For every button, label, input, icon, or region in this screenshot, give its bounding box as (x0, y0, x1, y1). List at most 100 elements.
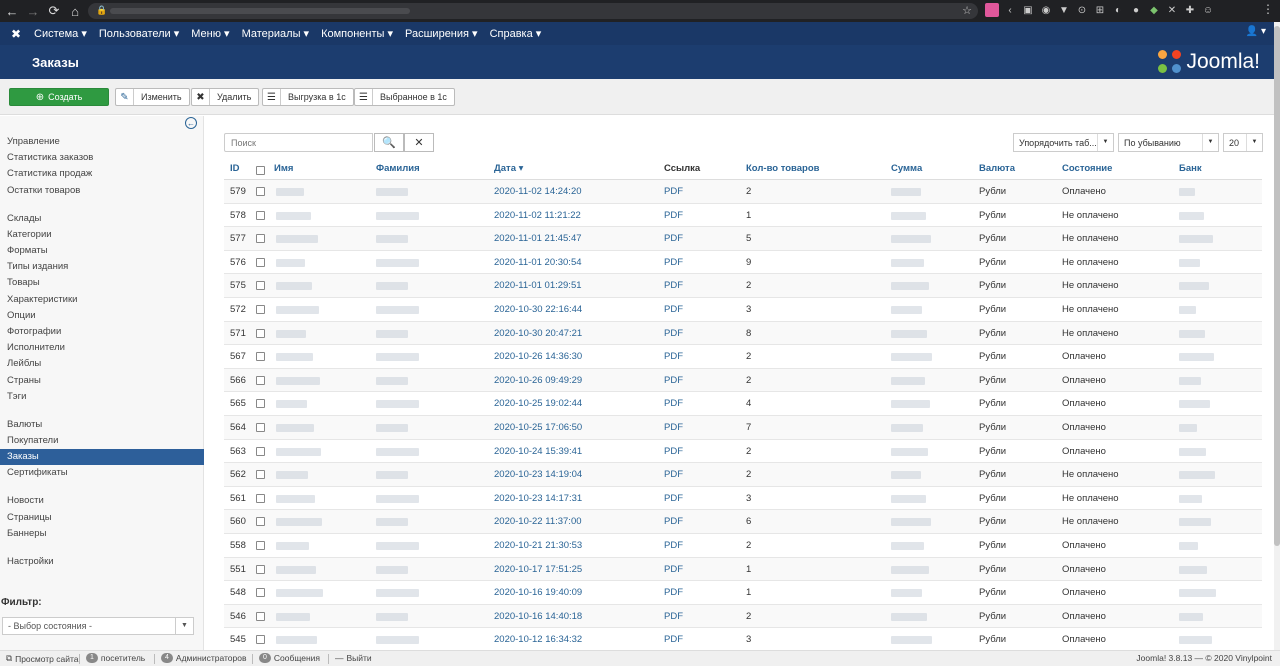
sidebar-item[interactable]: Статистика заказов (0, 150, 204, 166)
sidebar-item[interactable]: Исполнители (0, 340, 204, 356)
extension-icon[interactable]: ▼ (1057, 3, 1071, 17)
address-bar[interactable]: 🔒 ☆ (88, 3, 978, 19)
sidebar-item[interactable]: Категории (0, 227, 204, 243)
pdf-link[interactable]: PDF (664, 634, 683, 645)
order-date-link[interactable]: 2020-10-25 19:02:44 (494, 398, 582, 409)
row-checkbox[interactable] (256, 399, 265, 409)
sidebar-item[interactable]: Фотографии (0, 324, 204, 340)
messages-link[interactable]: 0 Сообщения (259, 653, 320, 663)
sidebar-item[interactable]: Настройки (0, 554, 204, 570)
order-date-link[interactable]: 2020-10-12 16:34:32 (494, 634, 582, 645)
sidebar-item[interactable]: Сертификаты (0, 465, 204, 481)
table-row[interactable]: 579 2020-11-02 14:24:20 PDF 2 Рубли Оплачено (224, 180, 1262, 204)
menu-menus[interactable]: Меню ▾ (191, 27, 229, 40)
table-row[interactable]: 566 2020-10-26 09:49:29 PDF 2 Рубли Оплачено (224, 368, 1262, 393)
table-row[interactable]: 575 2020-11-01 01:29:51 PDF 2 Рубли Не оплаче… (224, 274, 1262, 298)
table-row[interactable]: 548 2020-10-16 19:40:09 PDF 1 Рубли Оплачено (224, 581, 1262, 605)
pdf-link[interactable]: PDF (664, 469, 683, 480)
table-row[interactable]: 567 2020-10-26 14:36:30 PDF 2 Рубли Оплачено (224, 345, 1262, 369)
row-checkbox[interactable] (256, 187, 265, 196)
row-checkbox[interactable] (256, 257, 265, 267)
order-date-link[interactable]: 2020-10-30 20:47:21 (494, 328, 582, 339)
table-row[interactable]: 562 2020-10-23 14:19:04 PDF 2 Рубли Не оплаче… (224, 463, 1262, 487)
col-date[interactable]: Дата ▾ (494, 163, 523, 174)
export-1c-button[interactable]: ☰ Выгрузка в 1с (262, 88, 354, 106)
menu-content[interactable]: Материалы ▾ (242, 27, 309, 40)
table-row[interactable]: 577 2020-11-01 21:45:47 PDF 5 Рубли Не оплаче… (224, 227, 1262, 251)
direction-select[interactable]: По убыванию ▼ (1118, 133, 1219, 152)
table-row[interactable]: 560 2020-10-22 11:37:00 PDF 6 Рубли Не оплаче… (224, 510, 1262, 534)
col-sum[interactable]: Сумма (891, 163, 922, 174)
sidebar-item[interactable]: Склады (0, 211, 204, 227)
limit-select[interactable]: 20 ▼ (1223, 133, 1263, 152)
row-checkbox[interactable] (256, 564, 265, 574)
pdf-link[interactable]: PDF (664, 564, 683, 575)
sidebar-item[interactable]: Заказы (0, 449, 204, 466)
pdf-link[interactable]: PDF (664, 422, 683, 433)
sidebar-item[interactable]: Баннеры (0, 526, 204, 542)
order-date-link[interactable]: 2020-10-22 11:37:00 (494, 516, 582, 527)
pdf-link[interactable]: PDF (664, 540, 683, 551)
row-checkbox[interactable] (256, 541, 265, 550)
page-scrollbar[interactable] (1274, 22, 1280, 650)
pdf-link[interactable]: PDF (664, 280, 683, 291)
col-last-name[interactable]: Фамилия (376, 163, 420, 174)
col-bank[interactable]: Банк (1179, 163, 1202, 174)
order-date-link[interactable]: 2020-10-23 14:17:31 (494, 493, 582, 504)
extension-icon[interactable]: ⊙ (1075, 3, 1089, 17)
order-date-link[interactable]: 2020-10-30 22:16:44 (494, 304, 582, 315)
table-row[interactable]: 576 2020-11-01 20:30:54 PDF 9 Рубли Не оплаче… (224, 251, 1262, 275)
bookmark-star-icon[interactable]: ☆ (962, 4, 972, 17)
menu-components[interactable]: Компоненты ▾ (321, 27, 393, 40)
sidebar-item[interactable]: Страны (0, 373, 204, 389)
order-date-link[interactable]: 2020-10-16 19:40:09 (494, 587, 582, 598)
order-date-link[interactable]: 2020-10-25 17:06:50 (494, 422, 582, 433)
order-date-link[interactable]: 2020-10-17 17:51:25 (494, 564, 582, 575)
col-id[interactable]: ID (230, 163, 240, 174)
extension-icon[interactable]: ▣ (1021, 3, 1035, 17)
table-row[interactable]: 578 2020-11-02 11:21:22 PDF 1 Рубли Не оплаче… (224, 204, 1262, 228)
home-icon[interactable]: ⌂ (66, 2, 84, 20)
view-site-link[interactable]: ⧉ Просмотр сайта (6, 653, 79, 664)
edit-button[interactable]: ✎ Изменить (115, 88, 190, 106)
sidebar-item[interactable]: Валюты (0, 417, 204, 433)
row-checkbox[interactable] (256, 352, 265, 362)
scrollbar-thumb[interactable] (1274, 26, 1280, 546)
table-row[interactable]: 558 2020-10-21 21:30:53 PDF 2 Рубли Оплачено (224, 534, 1262, 558)
row-checkbox[interactable] (256, 517, 265, 527)
extension-icon[interactable]: ⊞ (1093, 3, 1107, 17)
profile-icon[interactable]: ☺ (1201, 3, 1215, 17)
extension-icon[interactable] (985, 3, 999, 17)
row-checkbox[interactable] (256, 234, 265, 244)
extension-icon[interactable]: ◆ (1147, 3, 1161, 17)
row-checkbox[interactable] (256, 611, 265, 621)
table-row[interactable]: 545 2020-10-12 16:34:32 PDF 3 Рубли Оплачено (224, 628, 1262, 652)
menu-extensions[interactable]: Расширения ▾ (405, 27, 478, 40)
table-row[interactable]: 564 2020-10-25 17:06:50 PDF 7 Рубли Оплачено (224, 416, 1262, 440)
sidebar-item[interactable]: Покупатели (0, 433, 204, 449)
table-row[interactable]: 563 2020-10-24 15:39:41 PDF 2 Рубли Оплачено (224, 440, 1262, 464)
extension-icon[interactable]: ◐ (1111, 3, 1125, 17)
table-row[interactable]: 565 2020-10-25 19:02:44 PDF 4 Рубли Оплачено (224, 392, 1262, 416)
order-date-link[interactable]: 2020-10-26 14:36:30 (494, 351, 582, 362)
pdf-link[interactable]: PDF (664, 328, 683, 339)
browser-menu-icon[interactable]: ⋮ (1262, 2, 1274, 16)
row-checkbox[interactable] (256, 210, 265, 220)
row-checkbox[interactable] (256, 446, 265, 456)
order-date-link[interactable]: 2020-10-16 14:40:18 (494, 611, 582, 622)
col-currency[interactable]: Валюта (979, 163, 1015, 174)
create-button[interactable]: ⊕ Создать (9, 88, 109, 106)
row-checkbox[interactable] (256, 375, 265, 385)
col-first-name[interactable]: Имя (274, 163, 293, 174)
sidebar-item[interactable]: Управление (0, 134, 204, 150)
order-date-link[interactable]: 2020-10-23 14:19:04 (494, 469, 582, 480)
sidebar-item[interactable]: Новости (0, 493, 204, 509)
order-date-link[interactable]: 2020-10-24 15:39:41 (494, 446, 582, 457)
extension-icon[interactable]: ● (1129, 3, 1143, 17)
col-state[interactable]: Состояние (1062, 163, 1112, 174)
table-row[interactable]: 571 2020-10-30 20:47:21 PDF 8 Рубли Не оплаче… (224, 321, 1262, 346)
user-menu[interactable]: 👤 ▾ (1246, 26, 1266, 37)
row-checkbox[interactable] (256, 588, 265, 598)
menu-system[interactable]: Система ▾ (34, 27, 87, 40)
pdf-link[interactable]: PDF (664, 587, 683, 598)
